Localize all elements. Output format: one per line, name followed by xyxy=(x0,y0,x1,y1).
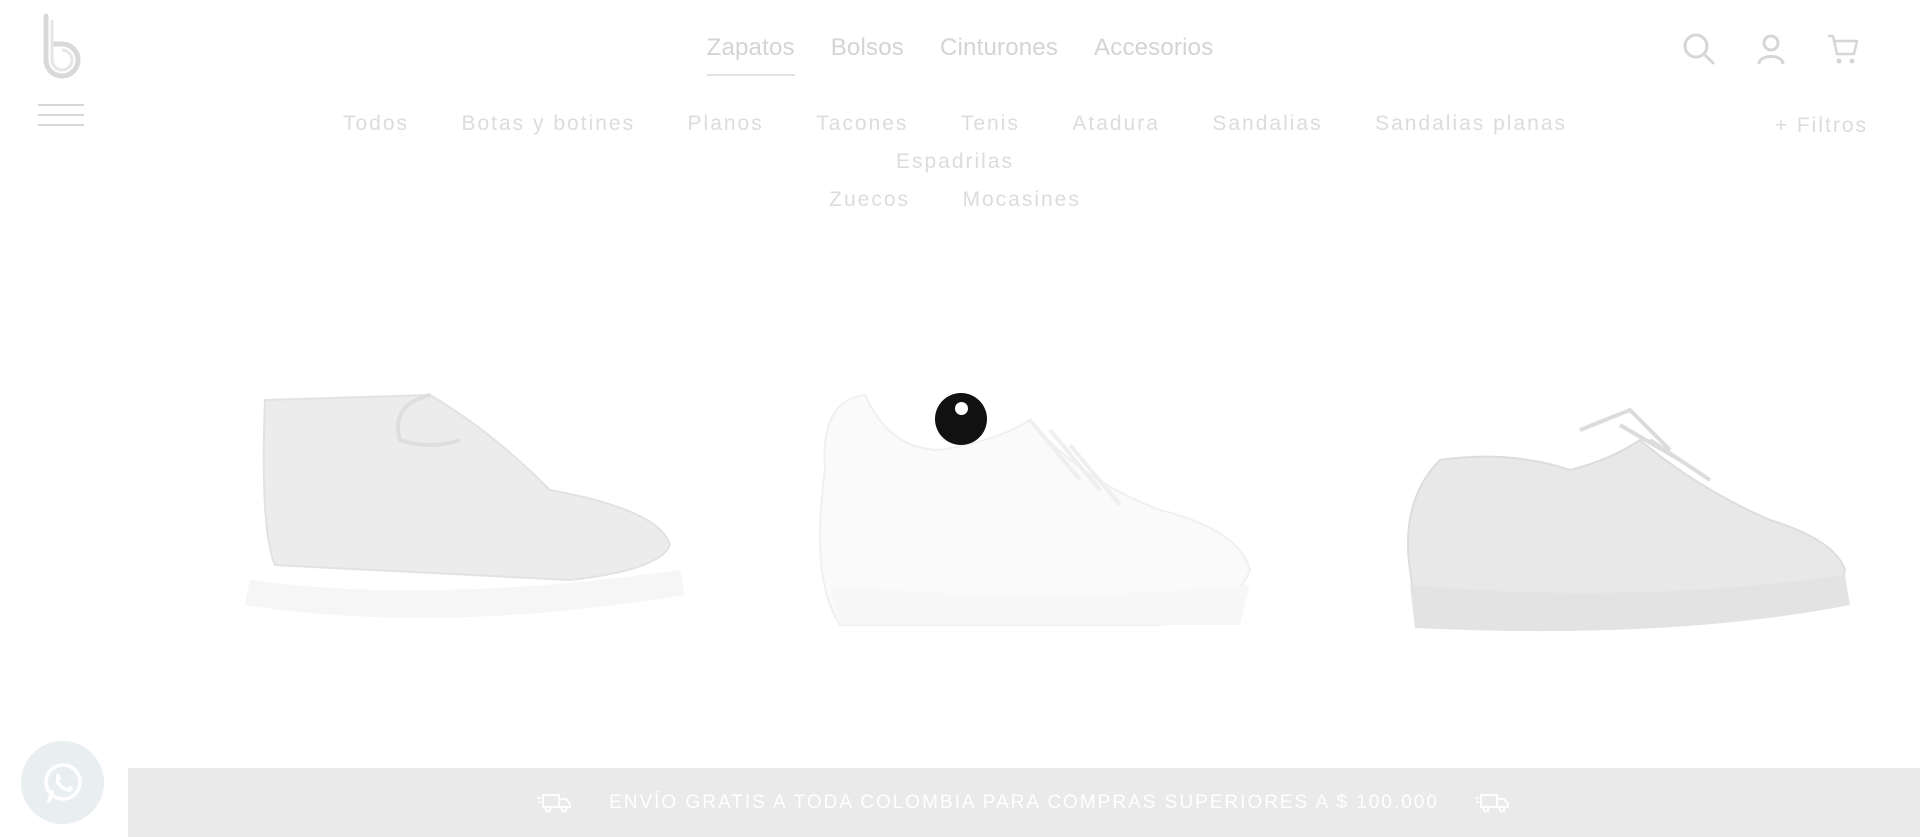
menu-icon[interactable] xyxy=(38,104,84,126)
product-image-slip-on xyxy=(245,393,685,618)
subnav-botas-y-botines[interactable]: Botas y botines xyxy=(461,106,635,142)
page: Zapatos Bolsos Cinturones Accesorios Tod… xyxy=(0,0,1920,837)
nav-accesorios[interactable]: Accesorios xyxy=(1094,34,1213,76)
subnav-planos[interactable]: Planos xyxy=(688,106,764,142)
subnav-sandalias-planas[interactable]: Sandalias planas xyxy=(1375,106,1567,142)
nav-zapatos[interactable]: Zapatos xyxy=(706,34,795,76)
product-image-patent-sneaker xyxy=(1407,407,1850,632)
shipping-banner: ENVÍO GRATIS A TODA COLOMBIA PARA COMPRA… xyxy=(128,768,1920,837)
shipping-text: ENVÍO GRATIS A TODA COLOMBIA PARA COMPRA… xyxy=(609,791,1439,813)
nav-cinturones[interactable]: Cinturones xyxy=(940,34,1058,76)
main-nav: Zapatos Bolsos Cinturones Accesorios xyxy=(0,34,1920,76)
header-icons xyxy=(1682,32,1860,66)
whatsapp-button[interactable] xyxy=(21,741,104,824)
subnav-todos[interactable]: Todos xyxy=(343,106,409,142)
product-grid xyxy=(150,330,1910,670)
subnav-tenis[interactable]: Tenis xyxy=(961,106,1020,142)
subnav-atadura[interactable]: Atadura xyxy=(1072,106,1160,142)
subnav-mocasines[interactable]: Mocasines xyxy=(962,182,1080,218)
truck-icon xyxy=(537,793,571,812)
product-card[interactable] xyxy=(780,330,1320,650)
whatsapp-icon xyxy=(43,762,82,803)
cart-icon[interactable] xyxy=(1826,32,1860,66)
user-icon[interactable] xyxy=(1754,32,1788,66)
filters-button[interactable]: + Filtros xyxy=(1775,114,1868,138)
subnav-espadrilas[interactable]: Espadrilas xyxy=(896,144,1014,180)
product-image-white-sneaker xyxy=(819,393,1252,626)
search-icon[interactable] xyxy=(1682,32,1716,66)
product-card[interactable] xyxy=(190,330,730,650)
product-card[interactable] xyxy=(1370,330,1910,650)
subnav-zuecos[interactable]: Zuecos xyxy=(829,182,910,218)
subnav-tacones[interactable]: Tacones xyxy=(816,106,908,142)
loading-spinner xyxy=(935,393,987,445)
truck-icon xyxy=(1474,793,1509,812)
subnav-sandalias[interactable]: Sandalias xyxy=(1212,106,1322,142)
nav-bolsos[interactable]: Bolsos xyxy=(831,34,904,76)
category-nav: Todos Botas y botines Planos Tacones Ten… xyxy=(240,106,1670,220)
